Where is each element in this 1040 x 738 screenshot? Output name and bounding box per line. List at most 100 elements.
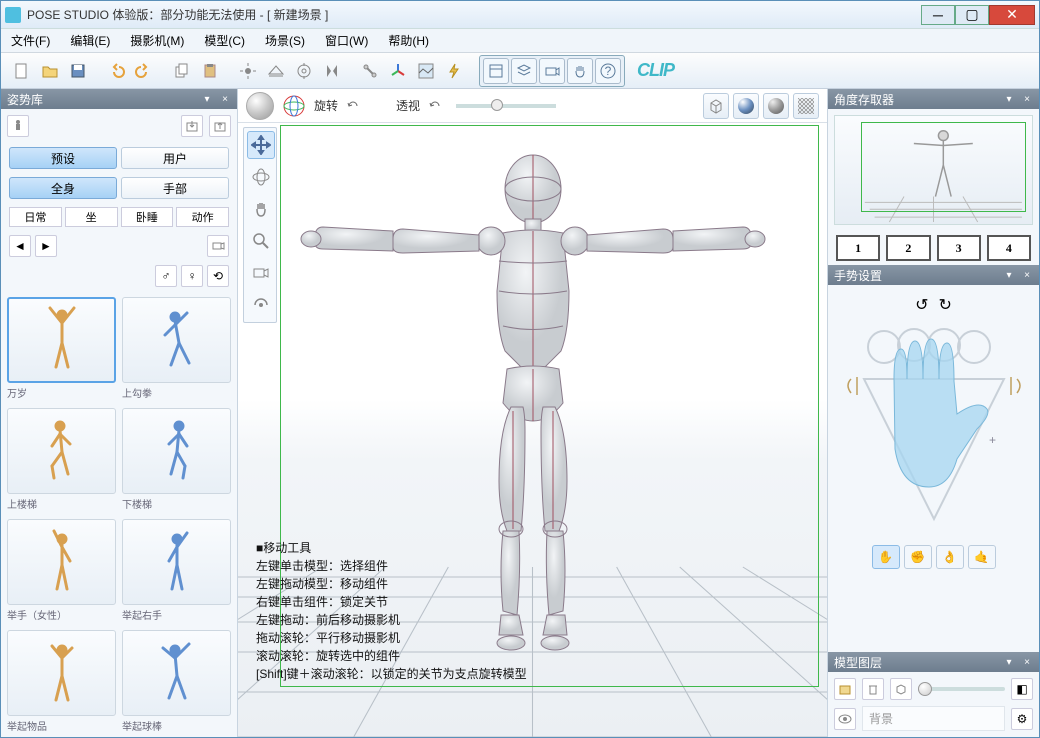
zoom-tool[interactable] — [247, 227, 275, 255]
pose-name: 举起右手 — [122, 605, 231, 624]
move-tool[interactable] — [247, 131, 275, 159]
camera-icon[interactable] — [207, 235, 229, 257]
copy-button[interactable] — [169, 58, 195, 84]
opacity-slider[interactable] — [918, 687, 1005, 691]
hand-preset-4[interactable]: 🤙 — [968, 545, 996, 569]
pose-thumb[interactable] — [122, 297, 231, 383]
light-button[interactable] — [235, 58, 261, 84]
pose-thumb[interactable] — [7, 630, 116, 716]
mirror-button[interactable] — [319, 58, 345, 84]
layer-filter-icon[interactable]: ◧ — [1011, 678, 1033, 700]
perspective-reset-icon[interactable] — [428, 99, 442, 113]
undo-button[interactable] — [103, 58, 129, 84]
rotate-camera-tool[interactable] — [247, 163, 275, 191]
male-icon[interactable]: ♂ — [155, 265, 177, 287]
angle-slot-4[interactable]: 4 — [987, 235, 1031, 261]
open-button[interactable] — [37, 58, 63, 84]
nav-back-icon[interactable]: ◄ — [9, 235, 31, 257]
minimize-button[interactable]: ─ — [921, 5, 955, 25]
horizon-button[interactable] — [413, 58, 439, 84]
refresh-icon[interactable]: ⟲ — [207, 265, 229, 287]
tab-hand[interactable]: 手部 — [121, 177, 229, 199]
menu-model[interactable]: 模型(C) — [200, 30, 249, 51]
layer-bg-name[interactable]: 背景 — [862, 706, 1005, 731]
paste-button[interactable] — [197, 58, 223, 84]
target-button[interactable] — [291, 58, 317, 84]
layer-settings-icon[interactable]: ⚙ — [1011, 708, 1033, 730]
menu-window[interactable]: 窗口(W) — [321, 30, 372, 51]
layer-cube-icon[interactable] — [890, 678, 912, 700]
pan-tool[interactable] — [247, 195, 275, 223]
menu-camera[interactable]: 摄影机(M) — [126, 30, 188, 51]
subtab-sit[interactable]: 坐 — [65, 207, 118, 227]
tab-preset[interactable]: 预设 — [9, 147, 117, 169]
panel-layers-button[interactable] — [511, 58, 537, 84]
left-hand-cycle-icon[interactable]: ↺ — [915, 295, 928, 315]
redo-button[interactable] — [131, 58, 157, 84]
viewport-3d[interactable]: ■移动工具 左键单击模型：选择组件 左键拖动模型：移动组件 右键单击组件：锁定关… — [238, 123, 827, 737]
shade-smooth-icon[interactable] — [733, 93, 759, 119]
nav-fwd-icon[interactable]: ► — [35, 235, 57, 257]
pose-thumb[interactable] — [7, 519, 116, 605]
export-button[interactable] — [209, 115, 231, 137]
orbit-tool[interactable] — [247, 291, 275, 319]
angle-slot-3[interactable]: 3 — [937, 235, 981, 261]
rotate-gizmo-icon[interactable] — [282, 94, 306, 118]
perspective-slider[interactable] — [456, 104, 556, 108]
hand-preset-2[interactable]: ✊ — [904, 545, 932, 569]
subtab-daily[interactable]: 日常 — [9, 207, 62, 227]
female-icon[interactable]: ♀ — [181, 265, 203, 287]
pose-thumb[interactable] — [122, 519, 231, 605]
flash-button[interactable] — [441, 58, 467, 84]
panel-hand-button[interactable] — [567, 58, 593, 84]
bone-button[interactable] — [357, 58, 383, 84]
menu-file[interactable]: 文件(F) — [7, 30, 54, 51]
filter-body-icon[interactable] — [7, 115, 29, 137]
camera-tool[interactable] — [247, 259, 275, 287]
angle-slot-2[interactable]: 2 — [886, 235, 930, 261]
maximize-button[interactable]: ▢ — [955, 5, 989, 25]
angle-slot-1[interactable]: 1 — [836, 235, 880, 261]
panel-camera-button[interactable] — [539, 58, 565, 84]
panel-close-icon[interactable]: × — [1021, 656, 1033, 668]
tab-body[interactable]: 全身 — [9, 177, 117, 199]
ground-button[interactable] — [263, 58, 289, 84]
hand-preset-3[interactable]: 👌 — [936, 545, 964, 569]
axis-button[interactable] — [385, 58, 411, 84]
panel-close-icon[interactable]: × — [219, 93, 231, 105]
hand-pose-control[interactable]: + — [839, 319, 1029, 539]
pose-thumb[interactable] — [122, 408, 231, 494]
cube-view-icon[interactable] — [703, 93, 729, 119]
import-button[interactable] — [181, 115, 203, 137]
subtab-action[interactable]: 动作 — [176, 207, 229, 227]
pose-thumb[interactable] — [7, 408, 116, 494]
visibility-icon[interactable] — [834, 708, 856, 730]
angle-preview[interactable] — [834, 115, 1033, 225]
panel-help-button[interactable]: ? — [595, 58, 621, 84]
delete-layer-icon[interactable] — [862, 678, 884, 700]
panel-menu-icon[interactable]: ▾ — [1003, 269, 1015, 281]
shade-wire-icon[interactable] — [793, 93, 819, 119]
hand-preset-1[interactable]: ✋ — [872, 545, 900, 569]
panel-menu-icon[interactable]: ▾ — [201, 93, 213, 105]
shade-flat-icon[interactable] — [763, 93, 789, 119]
new-button[interactable] — [9, 58, 35, 84]
rotate-reset-icon[interactable] — [346, 99, 360, 113]
panel-close-icon[interactable]: × — [1021, 269, 1033, 281]
add-layer-icon[interactable] — [834, 678, 856, 700]
menu-edit[interactable]: 编辑(E) — [66, 30, 114, 51]
menu-scene[interactable]: 场景(S) — [261, 30, 309, 51]
close-button[interactable]: ✕ — [989, 5, 1035, 25]
pose-thumb[interactable] — [122, 630, 231, 716]
tab-user[interactable]: 用户 — [121, 147, 229, 169]
pose-thumb[interactable] — [7, 297, 116, 383]
light-sphere-icon[interactable] — [246, 92, 274, 120]
menu-help[interactable]: 帮助(H) — [384, 30, 433, 51]
subtab-lie[interactable]: 卧睡 — [121, 207, 174, 227]
panel-poselib-button[interactable] — [483, 58, 509, 84]
panel-close-icon[interactable]: × — [1021, 93, 1033, 105]
right-hand-cycle-icon[interactable]: ↻ — [939, 295, 952, 315]
panel-menu-icon[interactable]: ▾ — [1003, 93, 1015, 105]
panel-menu-icon[interactable]: ▾ — [1003, 656, 1015, 668]
save-button[interactable] — [65, 58, 91, 84]
